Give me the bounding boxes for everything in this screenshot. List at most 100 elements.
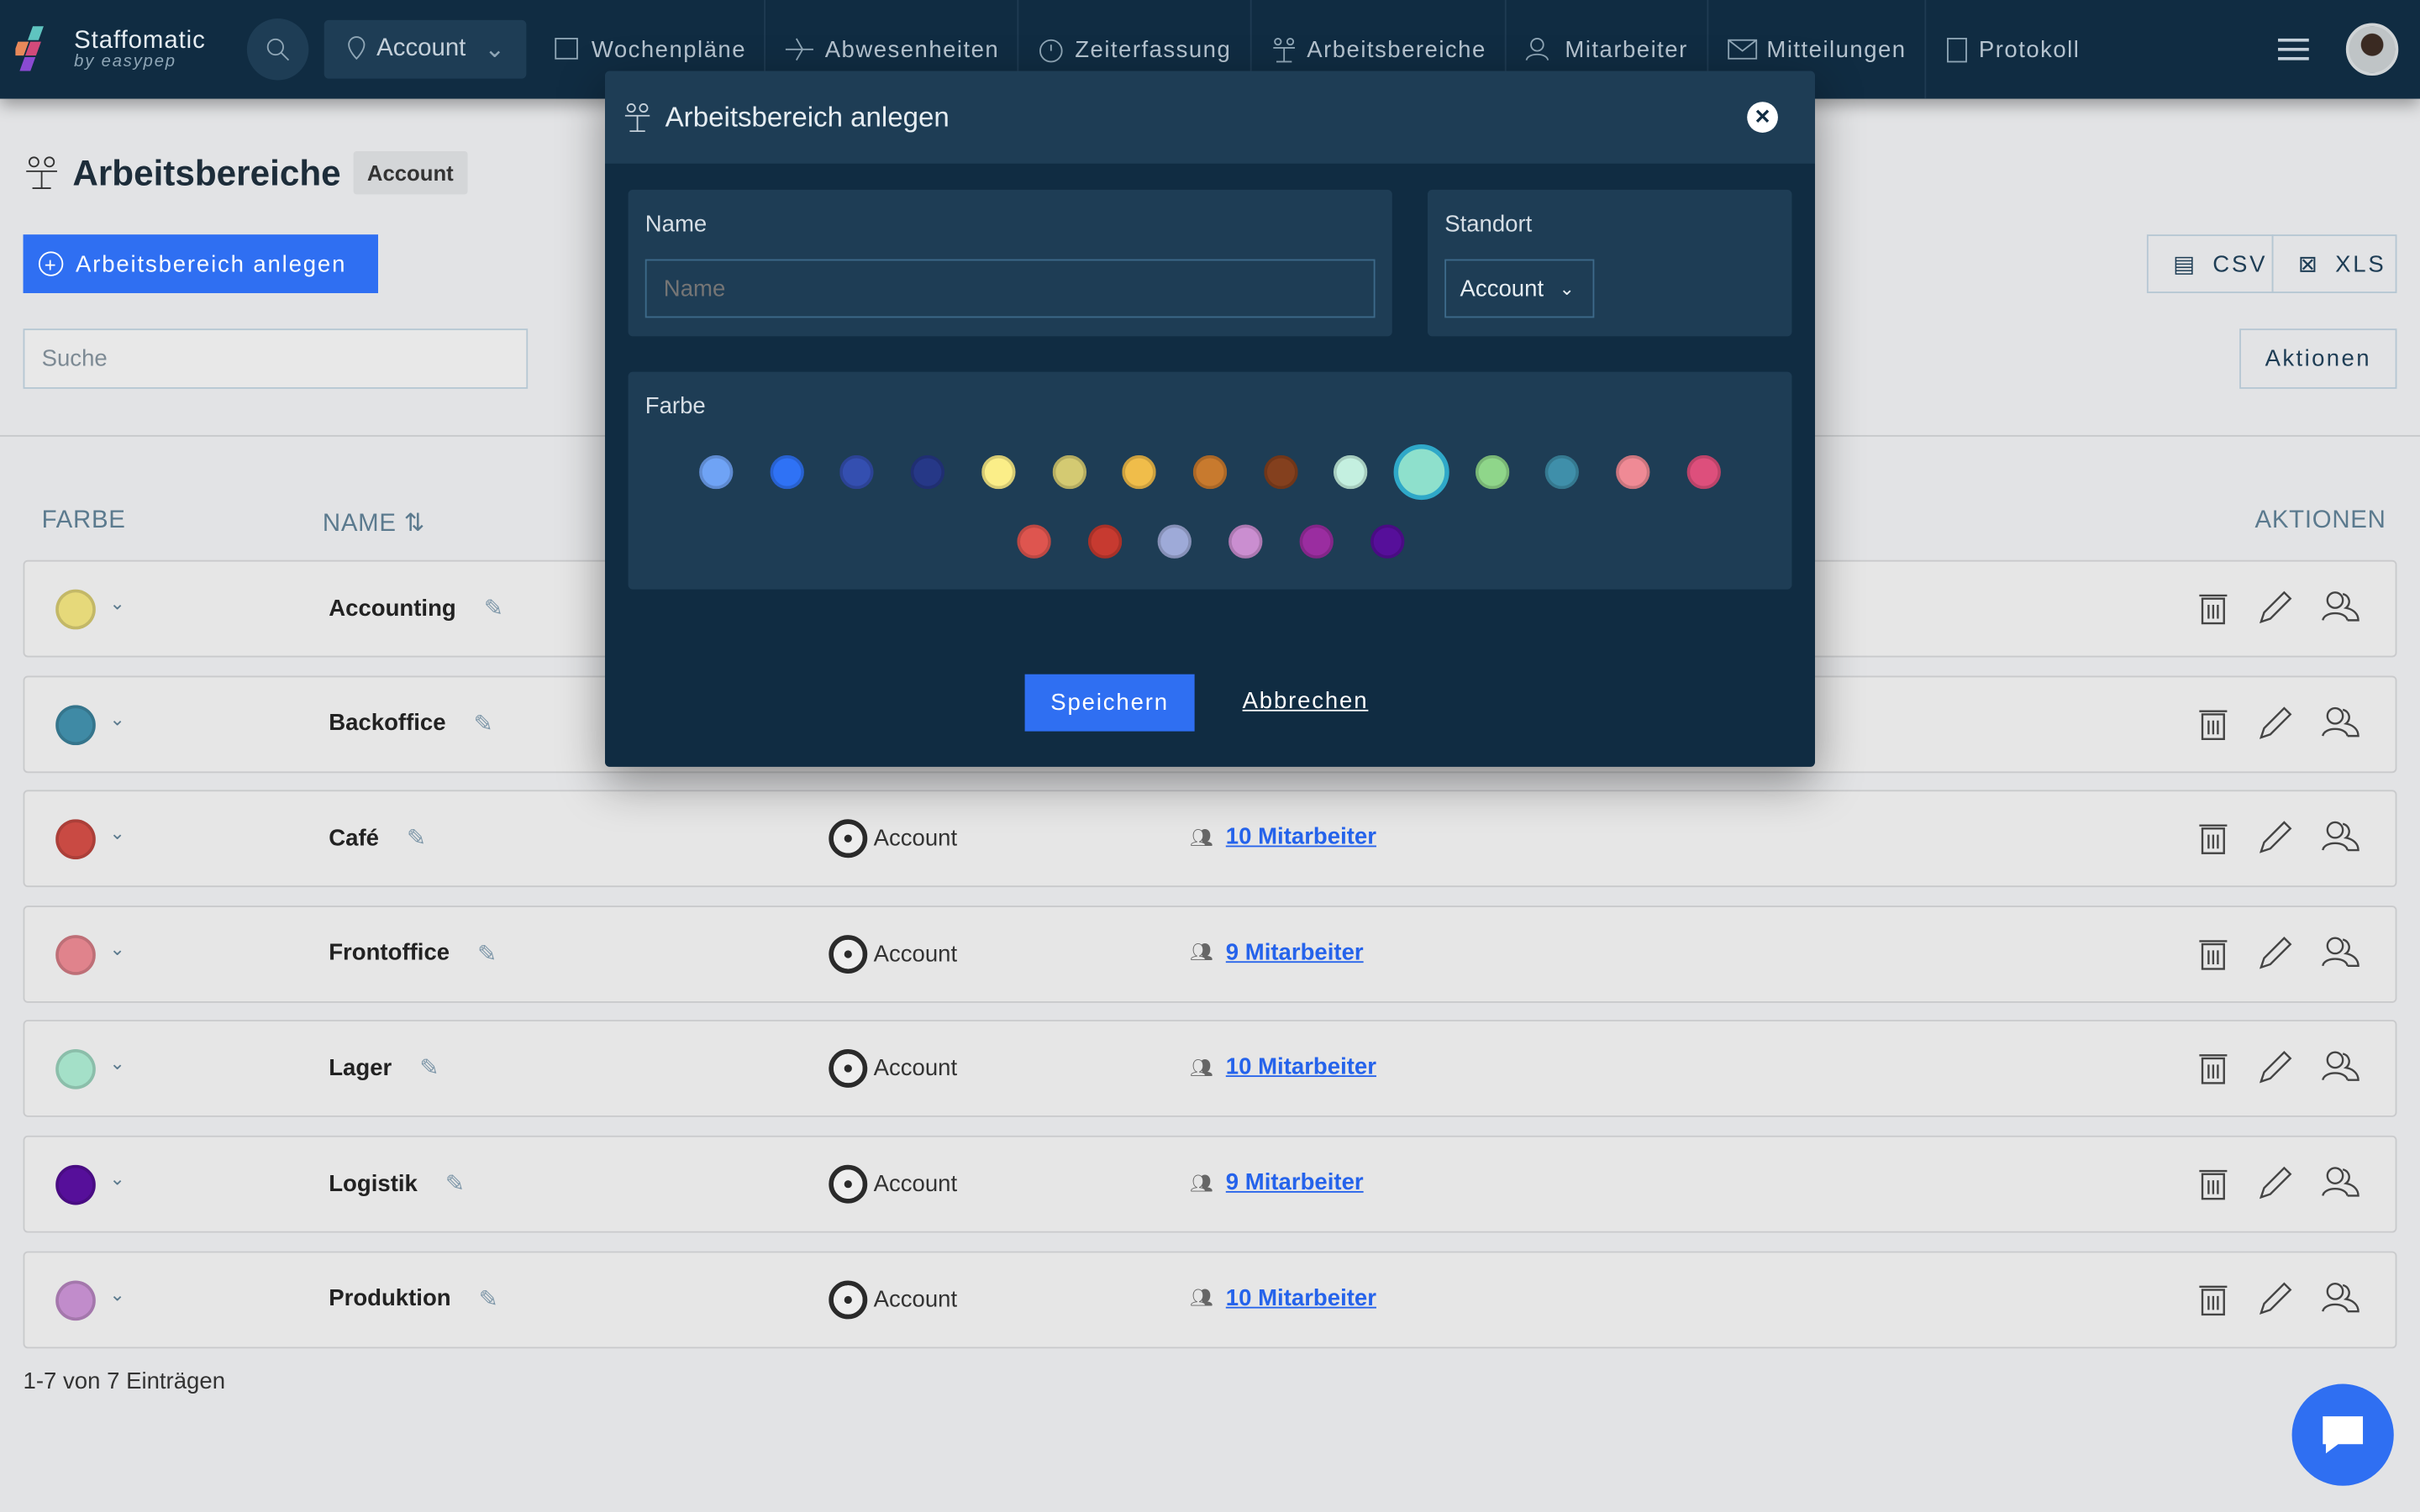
pencil-icon[interactable] <box>2256 1280 2293 1317</box>
account-dropdown[interactable]: Account ⌄ <box>324 19 527 79</box>
chat-button[interactable] <box>2291 1383 2394 1486</box>
pencil-icon[interactable] <box>2256 1050 2293 1087</box>
chevron-down-icon[interactable]: ⌄ <box>109 1053 124 1074</box>
account-badge: Account <box>353 151 468 195</box>
users-icon[interactable] <box>2321 1050 2361 1084</box>
search-input[interactable]: Suche <box>23 328 529 389</box>
color-option[interactable] <box>1051 454 1086 490</box>
color-swatch[interactable] <box>55 1049 96 1090</box>
color-option[interactable] <box>839 454 875 490</box>
users-icon[interactable] <box>2321 935 2361 969</box>
color-option[interactable] <box>1616 454 1650 490</box>
chevron-down-icon[interactable]: ⌄ <box>109 937 124 959</box>
staff-link[interactable]: 9 Mitarbeiter <box>1226 939 1364 965</box>
chevron-down-icon[interactable]: ⌄ <box>109 822 124 844</box>
trash-icon[interactable] <box>2198 705 2229 742</box>
row-actions <box>2198 1050 2362 1087</box>
header-name-sort[interactable]: NAME ⇅ <box>323 507 425 538</box>
nav-protokoll[interactable]: Protokoll <box>1926 0 2098 99</box>
pencil-icon[interactable]: ✎ <box>474 709 493 737</box>
color-option[interactable] <box>1370 524 1404 559</box>
pencil-icon[interactable] <box>2256 820 2293 857</box>
color-option[interactable] <box>699 454 734 490</box>
row-location: Account <box>829 1279 957 1319</box>
chevron-down-icon[interactable]: ⌄ <box>109 1283 124 1305</box>
color-option[interactable] <box>1087 524 1122 559</box>
trash-icon[interactable] <box>2198 590 2229 627</box>
workspace-icon <box>26 156 57 190</box>
nav-label: Abwesenheiten <box>824 36 1000 63</box>
trash-icon[interactable] <box>2198 1165 2229 1202</box>
xls-export-button[interactable]: ⊠ XLS <box>2271 234 2397 293</box>
trash-icon[interactable] <box>2198 1280 2229 1317</box>
location-panel: Standort Account ⌄ <box>1427 189 1792 337</box>
color-option[interactable] <box>1017 524 1051 559</box>
actions-button[interactable]: Aktionen <box>2239 328 2397 389</box>
hamburger-menu-icon[interactable] <box>2278 33 2309 66</box>
users-icon[interactable] <box>2321 820 2361 853</box>
add-workspace-button[interactable]: + Arbeitsbereich anlegen <box>23 234 379 293</box>
users-icon <box>1525 38 1549 61</box>
chevron-down-icon[interactable]: ⌄ <box>109 707 124 729</box>
color-swatch[interactable] <box>55 1279 96 1320</box>
trash-icon[interactable] <box>2198 820 2229 857</box>
color-option[interactable] <box>1192 454 1228 490</box>
pencil-icon[interactable] <box>2256 935 2293 972</box>
modal-title: Arbeitsbereich anlegen <box>665 101 950 133</box>
row-staff: 👥︎ 10 Mitarbeiter <box>1190 824 1376 850</box>
color-swatch[interactable] <box>55 934 96 975</box>
color-option[interactable] <box>1545 454 1580 490</box>
color-option[interactable] <box>1334 454 1368 490</box>
pencil-icon[interactable]: ✎ <box>477 939 497 967</box>
pencil-icon[interactable] <box>2256 705 2293 742</box>
color-option[interactable] <box>1158 524 1192 559</box>
color-swatch[interactable] <box>55 819 96 860</box>
color-option[interactable] <box>1393 444 1449 501</box>
staff-link[interactable]: 10 Mitarbeiter <box>1226 1284 1376 1310</box>
nav-label: Protokoll <box>1978 36 2081 63</box>
avatar[interactable] <box>2345 23 2399 76</box>
name-input[interactable] <box>644 259 1376 318</box>
trash-icon[interactable] <box>2198 935 2229 972</box>
csv-export-button[interactable]: ▤ CSV <box>2146 234 2274 293</box>
trash-icon[interactable] <box>2198 1050 2229 1087</box>
row-location-text: Account <box>873 941 958 968</box>
color-swatch[interactable] <box>55 1164 96 1205</box>
pencil-icon[interactable] <box>2256 1165 2293 1202</box>
pencil-icon[interactable]: ✎ <box>445 1169 465 1197</box>
page-title: Arbeitsbereiche <box>72 151 341 192</box>
row-name-text: Café <box>329 825 379 852</box>
close-icon[interactable]: ✕ <box>1747 102 1778 133</box>
pencil-icon[interactable]: ✎ <box>484 594 503 622</box>
color-swatch[interactable] <box>55 589 96 630</box>
save-button[interactable]: Speichern <box>1024 674 1195 732</box>
search-button[interactable] <box>246 18 309 81</box>
color-option[interactable] <box>981 454 1016 490</box>
color-option[interactable] <box>1686 454 1721 490</box>
chevron-down-icon[interactable]: ⌄ <box>109 592 124 614</box>
users-icon[interactable] <box>2321 1280 2361 1314</box>
color-option[interactable] <box>1475 454 1509 490</box>
users-icon[interactable] <box>2321 705 2361 738</box>
pencil-icon[interactable] <box>2256 590 2293 627</box>
cancel-button[interactable]: Abbrechen <box>1243 688 1369 714</box>
pencil-icon[interactable]: ✎ <box>479 1284 498 1312</box>
color-option[interactable] <box>1122 454 1157 490</box>
pencil-icon[interactable]: ✎ <box>407 824 426 852</box>
location-select[interactable]: Account ⌄ <box>1444 259 1595 318</box>
color-option[interactable] <box>1263 454 1297 490</box>
staff-link[interactable]: 9 Mitarbeiter <box>1226 1169 1364 1195</box>
chevron-down-icon[interactable]: ⌄ <box>109 1168 124 1189</box>
color-option[interactable] <box>769 454 804 490</box>
staff-link[interactable]: 10 Mitarbeiter <box>1226 1054 1376 1080</box>
color-option[interactable] <box>1299 524 1334 559</box>
pencil-icon[interactable]: ✎ <box>419 1054 439 1082</box>
row-staff: 👥︎ 10 Mitarbeiter <box>1190 1284 1376 1310</box>
logo[interactable]: Staffomatic by easypep <box>15 24 247 76</box>
color-option[interactable] <box>1228 524 1263 559</box>
staff-link[interactable]: 10 Mitarbeiter <box>1226 824 1376 850</box>
color-swatch[interactable] <box>55 704 96 745</box>
users-icon[interactable] <box>2321 1165 2361 1199</box>
color-option[interactable] <box>910 454 945 490</box>
users-icon[interactable] <box>2321 590 2361 623</box>
